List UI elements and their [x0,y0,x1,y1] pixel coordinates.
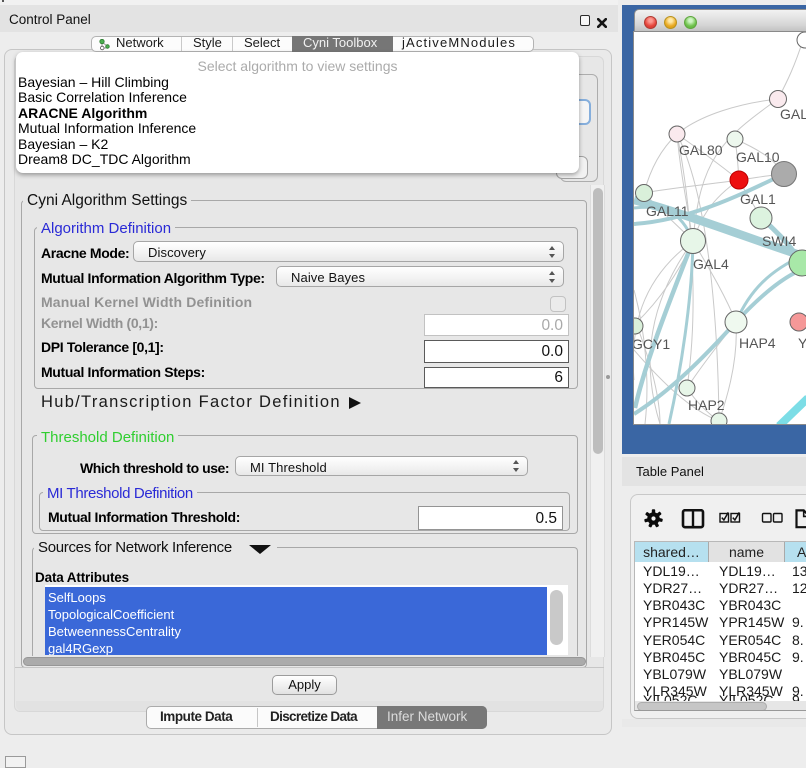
svg-text:HAP4: HAP4 [739,335,776,351]
svg-text:GAL11: GAL11 [646,203,689,219]
svg-text:GAL4: GAL4 [693,256,729,272]
svg-text:Y: Y [798,335,806,351]
svg-text:GAL1: GAL1 [740,191,776,207]
svg-text:HAP2: HAP2 [688,397,725,413]
svg-text:GAL10: GAL10 [736,149,780,165]
svg-text:SWI4: SWI4 [762,233,796,249]
svg-text:GAL7: GAL7 [780,106,806,122]
svg-text:GCY1: GCY1 [634,336,670,352]
svg-text:GAL80: GAL80 [679,142,723,158]
